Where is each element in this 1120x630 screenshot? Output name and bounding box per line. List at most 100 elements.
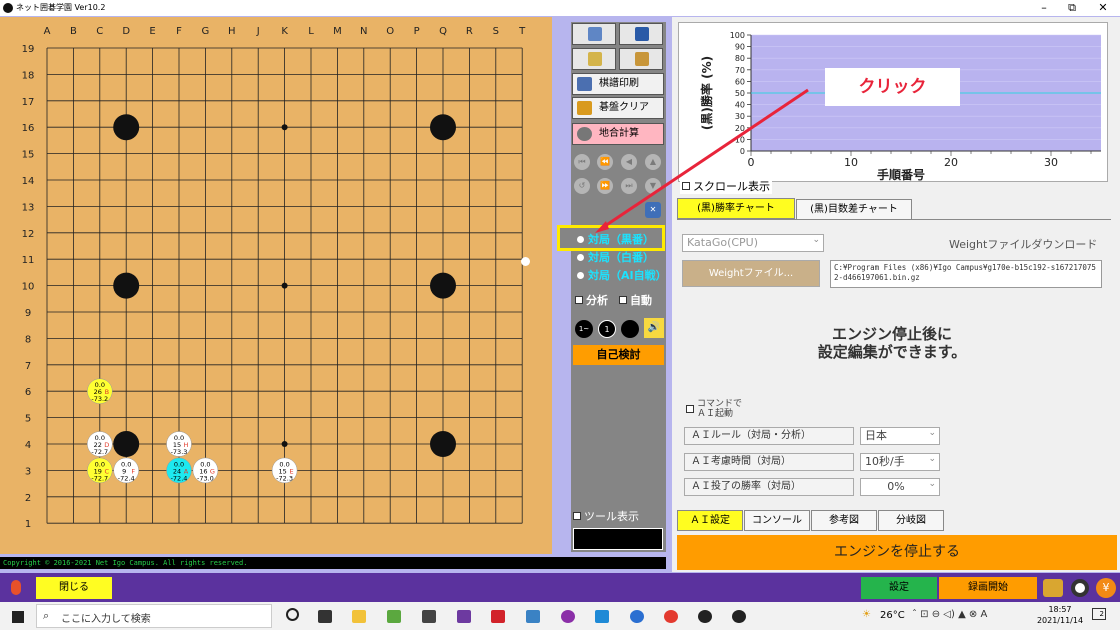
- taskbar-search[interactable]: ⌕ ここに入力して検索: [36, 604, 272, 628]
- close-window-button[interactable]: ✕: [1088, 0, 1118, 16]
- column-label: Q: [439, 26, 447, 37]
- candidate-move[interactable]: 0.015-72.3E: [271, 457, 298, 484]
- chrome-icon[interactable]: [664, 610, 678, 623]
- clear-board-button[interactable]: 碁盤クリア: [572, 97, 664, 119]
- record-button[interactable]: 録画開始: [939, 577, 1037, 599]
- undo-icon[interactable]: ↺: [574, 178, 590, 194]
- taskbar: ⌕ ここに入力して検索 ☀ 26°C ˆ ⊡ ⊖ ◁) ▲ ⊗ A 18:57 …: [0, 602, 1120, 630]
- app-icon-7[interactable]: [595, 610, 609, 623]
- weight-path-field[interactable]: C:¥Program Files (x86)¥Igo Campus¥g170e-…: [830, 260, 1102, 288]
- file-explorer-icon[interactable]: [352, 610, 366, 623]
- back-fast-icon[interactable]: ⏪: [597, 154, 613, 170]
- app-icon-5[interactable]: [526, 610, 540, 623]
- back-icon[interactable]: ◀: [621, 154, 637, 170]
- app-icon-1[interactable]: [387, 610, 401, 623]
- candidate-mark: B: [105, 388, 109, 396]
- number-range-icon[interactable]: 1~: [575, 320, 593, 338]
- weight-file-button[interactable]: Weightファイル...: [682, 260, 820, 287]
- candidate-move[interactable]: 0.016-73.0G: [192, 457, 219, 484]
- app-icon-3[interactable]: [457, 610, 471, 623]
- scroll-display-checkbox[interactable]: スクロール表示: [680, 178, 772, 194]
- tray-icons[interactable]: ˆ ⊡ ⊖ ◁) ▲ ⊗ A: [912, 609, 987, 620]
- command-start-checkbox[interactable]: コマンドで ＡＩ起動: [686, 399, 742, 419]
- tools-display-checkbox[interactable]: ツール表示: [573, 508, 639, 524]
- analysis-checkbox[interactable]: 分析: [575, 292, 608, 308]
- app-icon-6[interactable]: [561, 610, 575, 623]
- board-grid[interactable]: A B C D E F G H J K L M N O P Q R S T191817161514131211109…: [0, 17, 552, 554]
- paste-button[interactable]: [572, 23, 616, 45]
- save-button[interactable]: [619, 23, 663, 45]
- first-move-icon[interactable]: ⏮: [574, 154, 590, 170]
- tab-ai-settings[interactable]: ＡＩ設定: [677, 510, 743, 531]
- territory-label: 地合計算: [599, 128, 639, 139]
- folder-icon[interactable]: [1043, 579, 1063, 597]
- clock-time: 18:57: [1048, 605, 1072, 614]
- play-white-radio[interactable]: 対局（白番）: [577, 249, 654, 265]
- column-label: J: [256, 26, 260, 37]
- candidate-move[interactable]: 0.019-72.7C: [87, 457, 113, 484]
- candidate-mark: H: [184, 441, 189, 449]
- edit-tool-button[interactable]: [572, 48, 616, 70]
- cortana-icon[interactable]: [286, 608, 299, 621]
- up-icon[interactable]: ▲: [645, 154, 661, 170]
- black-stone-icon[interactable]: [621, 320, 639, 338]
- task-view-icon[interactable]: [318, 610, 332, 623]
- webcam-icon[interactable]: [1071, 579, 1089, 597]
- tab-console[interactable]: コンソール: [744, 510, 810, 531]
- candidate-move[interactable]: 0.09-72.4F: [113, 457, 139, 484]
- notification-badge[interactable]: 2: [1092, 608, 1106, 620]
- notice-line-2: 設定編集ができます。: [817, 343, 967, 361]
- minimize-button[interactable]: –: [1029, 0, 1059, 16]
- board-tool-button[interactable]: [619, 48, 663, 70]
- ai-resign-select[interactable]: 0%: [860, 476, 940, 496]
- ai-rule-select[interactable]: 日本: [860, 425, 940, 445]
- close-x-icon[interactable]: ✕: [645, 202, 661, 218]
- stop-engine-button[interactable]: エンジンを停止する: [677, 535, 1117, 570]
- self-review-button[interactable]: 自己検討: [573, 345, 664, 365]
- forward-fast-icon[interactable]: ⏩: [597, 178, 613, 194]
- app-icon-2[interactable]: [422, 610, 436, 623]
- last-move-icon[interactable]: ⏭: [621, 178, 637, 194]
- weight-download-link[interactable]: Weightファイルダウンロード: [949, 236, 1097, 252]
- tab-winrate-chart[interactable]: (黒)勝率チャート: [677, 198, 795, 219]
- candidate-move[interactable]: 0.015-73.3H: [166, 431, 192, 457]
- candidate-move[interactable]: 0.026-73.2B: [87, 378, 113, 404]
- clock[interactable]: 18:57 2021/11/14: [1036, 604, 1084, 626]
- yen-icon[interactable]: ¥: [1096, 578, 1116, 598]
- candidate-mark: C: [105, 467, 110, 475]
- ai-time-select[interactable]: 10秒/手: [860, 451, 940, 471]
- tab-reference[interactable]: 参考図: [811, 510, 877, 531]
- y-tick-label: 20: [735, 124, 745, 133]
- windows-start-icon[interactable]: [12, 611, 24, 623]
- down-icon[interactable]: ▼: [645, 178, 661, 194]
- auto-checkbox[interactable]: 自動: [619, 292, 652, 308]
- candidate-move[interactable]: 0.024-72.4A: [166, 457, 192, 484]
- engine-select[interactable]: KataGo(CPU): [682, 232, 824, 252]
- sound-icon[interactable]: 🔊: [644, 318, 664, 338]
- radio-icon: [577, 272, 584, 279]
- tab-variation[interactable]: 分岐図: [878, 510, 944, 531]
- check-icon: [686, 405, 694, 413]
- x-tick-label: 0: [748, 156, 755, 169]
- print-record-button[interactable]: 棋譜印刷: [572, 73, 664, 95]
- candidate-move[interactable]: 0.022-72.7D: [87, 431, 113, 457]
- app-icon-4[interactable]: [491, 610, 505, 623]
- settings-button[interactable]: 設定: [861, 577, 937, 599]
- microphone-icon[interactable]: [11, 580, 21, 595]
- go-board[interactable]: A B C D E F G H J K L M N O P Q R S T 19 18 17 16 15 14 13 12 11 10 9…: [0, 17, 552, 554]
- candidate-stat: -72.7: [91, 474, 108, 482]
- tab-margin-chart[interactable]: (黒)目数差チャート: [796, 199, 912, 220]
- igo-icon-1[interactable]: [698, 610, 712, 623]
- title-bar: ネット囲碁学園 Ver10.2 – ⧉ ✕: [0, 0, 1120, 16]
- play-black-radio[interactable]: 対局（黒番）: [577, 231, 654, 247]
- app-icon-8[interactable]: [630, 610, 644, 623]
- maximize-button[interactable]: ⧉: [1057, 0, 1087, 16]
- scroll-handle[interactable]: [521, 257, 530, 266]
- territory-count-button[interactable]: 地合計算: [572, 123, 664, 145]
- close-button[interactable]: 閉じる: [36, 577, 112, 599]
- play-ai-radio[interactable]: 対局（AI自戦）: [577, 267, 667, 283]
- number-one-icon[interactable]: 1: [598, 320, 616, 338]
- igo-icon-2[interactable]: [732, 610, 746, 623]
- column-label: K: [281, 26, 288, 37]
- black-stone: [113, 114, 140, 141]
